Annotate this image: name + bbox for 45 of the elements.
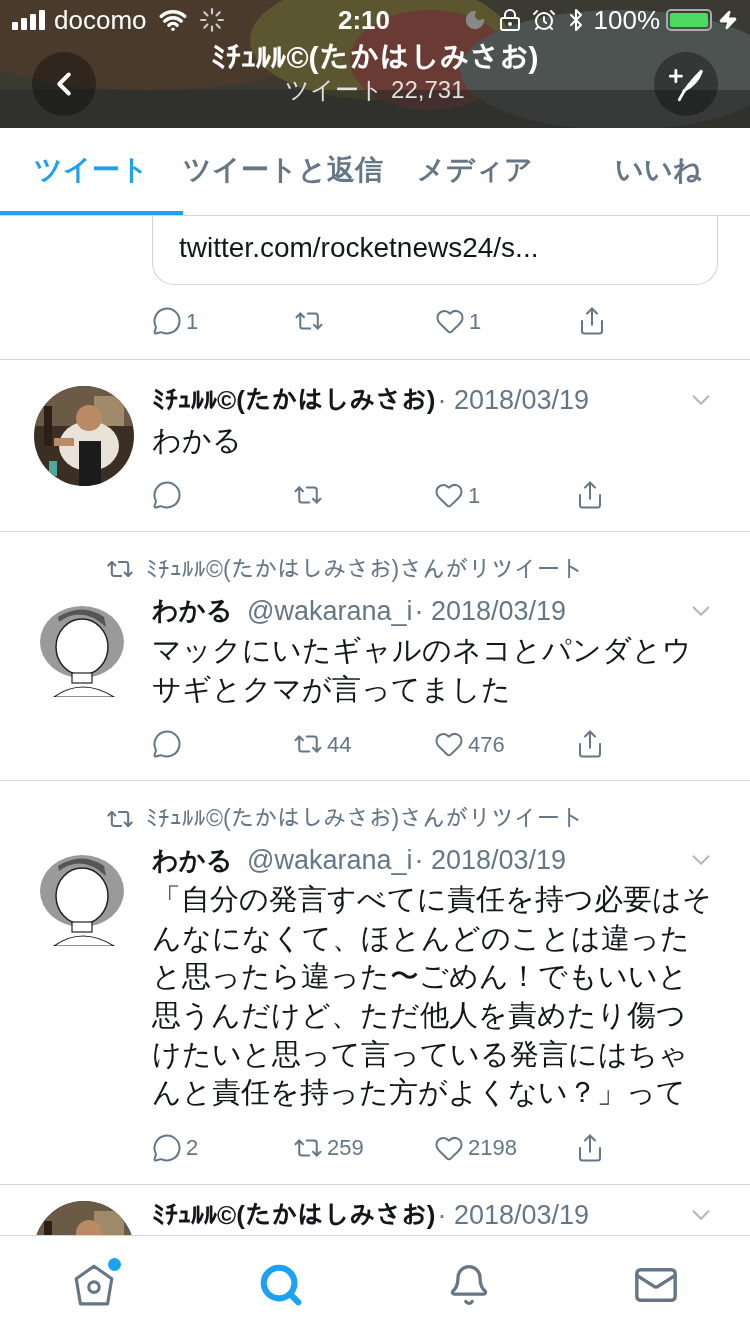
tweet-text: わかる: [152, 422, 243, 458]
retweet-label: ﾐﾁｭﾙﾙ©(たかはしみさお)さんがリツイート: [146, 555, 584, 585]
action-count: 1: [469, 307, 482, 336]
link-card[interactable]: twitter.com/rocketnews24/s...: [152, 216, 718, 285]
clock-time: 2:10: [337, 3, 390, 37]
reply-icon[interactable]: [152, 729, 182, 760]
tweet-date: · 2018/03/19: [437, 384, 590, 417]
battery-percent: 100%: [593, 3, 660, 37]
retweet-label: ﾐﾁｭﾙﾙ©(たかはしみさお)さんがリツイート: [146, 804, 584, 834]
action-count: 476: [468, 730, 505, 759]
loading-icon: [198, 7, 225, 33]
lock-icon: [497, 8, 522, 32]
tweet-date: · 2018/03/19: [437, 1198, 590, 1232]
signal-icon: [12, 10, 48, 30]
action-count: 1: [468, 481, 481, 510]
profile-tab[interactable]: ツイートと返信: [183, 128, 384, 215]
carrier-name: docomo: [54, 3, 147, 37]
tweet-date: · 2018/03/19: [414, 843, 567, 877]
profile-name: ﾐﾁｭﾙﾙ©(たかはしみさお): [211, 40, 539, 76]
profile-tab[interactable]: いいね: [566, 128, 750, 215]
author-name[interactable]: わかる: [152, 840, 233, 880]
author-handle: @wakarana_i: [247, 843, 413, 877]
action-count: 1: [186, 307, 199, 336]
battery-icon: [666, 9, 712, 31]
action-count: 2: [186, 1134, 199, 1163]
tweet-text: マックにいたギャルのネコとパンダとウ サギとクマが言ってました: [152, 633, 693, 707]
reply-icon[interactable]: [152, 306, 182, 336]
action-count: 44: [327, 730, 352, 759]
reply-icon[interactable]: [152, 480, 182, 511]
tweet-text: 「自分の発言すべてに責任を持つ必要はそ んなになくて、ほとんどのことは違った と思ったら違った〜ごめん！でもいいと 思うんだけど、ただ他人を責めたり傷つ けたいと思って言っている発言にはちゃ んと責任を持った方がよくない？」って: [152, 882, 713, 1111]
link-url[interactable]: twitter.com/rocketnews24/s...: [179, 232, 539, 263]
author-handle: @wakarana_i: [247, 594, 413, 628]
profile-tab[interactable]: メディア: [383, 128, 567, 215]
author-name[interactable]: ﾐﾁｭﾙﾙ©(たかはしみさお): [152, 380, 436, 420]
author-name[interactable]: ﾐﾁｭﾙﾙ©(たかはしみさお): [152, 1195, 436, 1235]
compose-icon: [668, 66, 704, 102]
tweet-count: ツイート 22,731: [285, 76, 465, 104]
moon-icon: [463, 9, 486, 31]
action-count: 259: [327, 1134, 364, 1163]
author-name[interactable]: わかる: [152, 591, 233, 631]
tweet-date: · 2018/03/19: [414, 594, 567, 628]
charging-icon: [718, 10, 738, 30]
alarm-icon: [531, 8, 556, 32]
action-count: 2198: [468, 1134, 517, 1163]
reply-icon[interactable]: [152, 1132, 182, 1163]
